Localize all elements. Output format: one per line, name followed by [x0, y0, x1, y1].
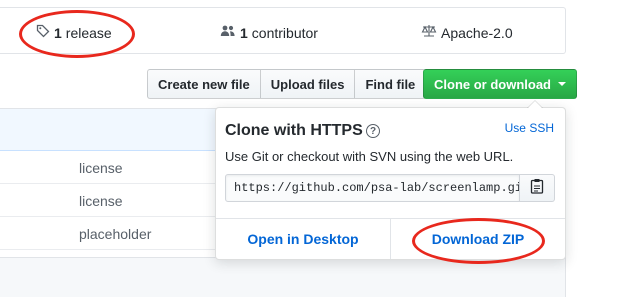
tag-icon	[36, 24, 50, 41]
download-zip-button[interactable]: Download ZIP	[390, 219, 565, 259]
clone-dropdown: Clone with HTTPS ? Use SSH Use Git or ch…	[215, 100, 566, 260]
clone-dropdown-footer: Open in Desktop Download ZIP	[216, 218, 565, 259]
release-label: release	[65, 24, 112, 41]
clone-url-group: https://github.com/psa-lab/screenlamp.gi…	[225, 174, 555, 202]
license-name: Apache-2.0	[441, 24, 513, 41]
clone-or-download-button[interactable]: Clone or download	[423, 69, 577, 99]
upload-files-button[interactable]: Upload files	[259, 69, 356, 99]
clone-description: Use Git or checkout with SVN using the w…	[225, 149, 514, 164]
readme-header-strip	[0, 258, 566, 297]
open-in-desktop-button[interactable]: Open in Desktop	[216, 219, 390, 259]
help-icon[interactable]: ?	[366, 124, 380, 138]
create-new-file-button[interactable]: Create new file	[147, 69, 261, 99]
commit-message[interactable]: license	[79, 193, 123, 209]
find-file-button[interactable]: Find file	[354, 69, 427, 99]
clone-title: Clone with HTTPS	[225, 122, 363, 139]
scale-icon	[421, 24, 437, 41]
releases-link[interactable]: 1 release	[36, 24, 112, 41]
commit-message[interactable]: placeholder	[79, 226, 151, 242]
clone-url-input[interactable]: https://github.com/psa-lab/screenlamp.gi…	[225, 174, 520, 202]
copy-to-clipboard-button[interactable]	[520, 174, 555, 202]
release-count: 1	[54, 24, 62, 41]
caret-down-icon	[558, 82, 566, 86]
commit-message[interactable]: license	[79, 160, 123, 176]
contributors-link[interactable]: 1 contributor	[220, 24, 318, 41]
clone-or-download-label: Clone or download	[434, 76, 551, 92]
license-link[interactable]: Apache-2.0	[421, 24, 513, 41]
clipboard-icon	[530, 178, 544, 199]
contributor-count: 1	[240, 24, 248, 41]
file-actions-group: Create new file Upload files Find file	[147, 69, 427, 99]
repo-summary-bar: 1 release 1 contributor Apache-2.0	[0, 7, 566, 54]
contributor-label: contributor	[251, 24, 318, 41]
people-icon	[220, 24, 236, 41]
use-ssh-link[interactable]: Use SSH	[505, 121, 554, 135]
